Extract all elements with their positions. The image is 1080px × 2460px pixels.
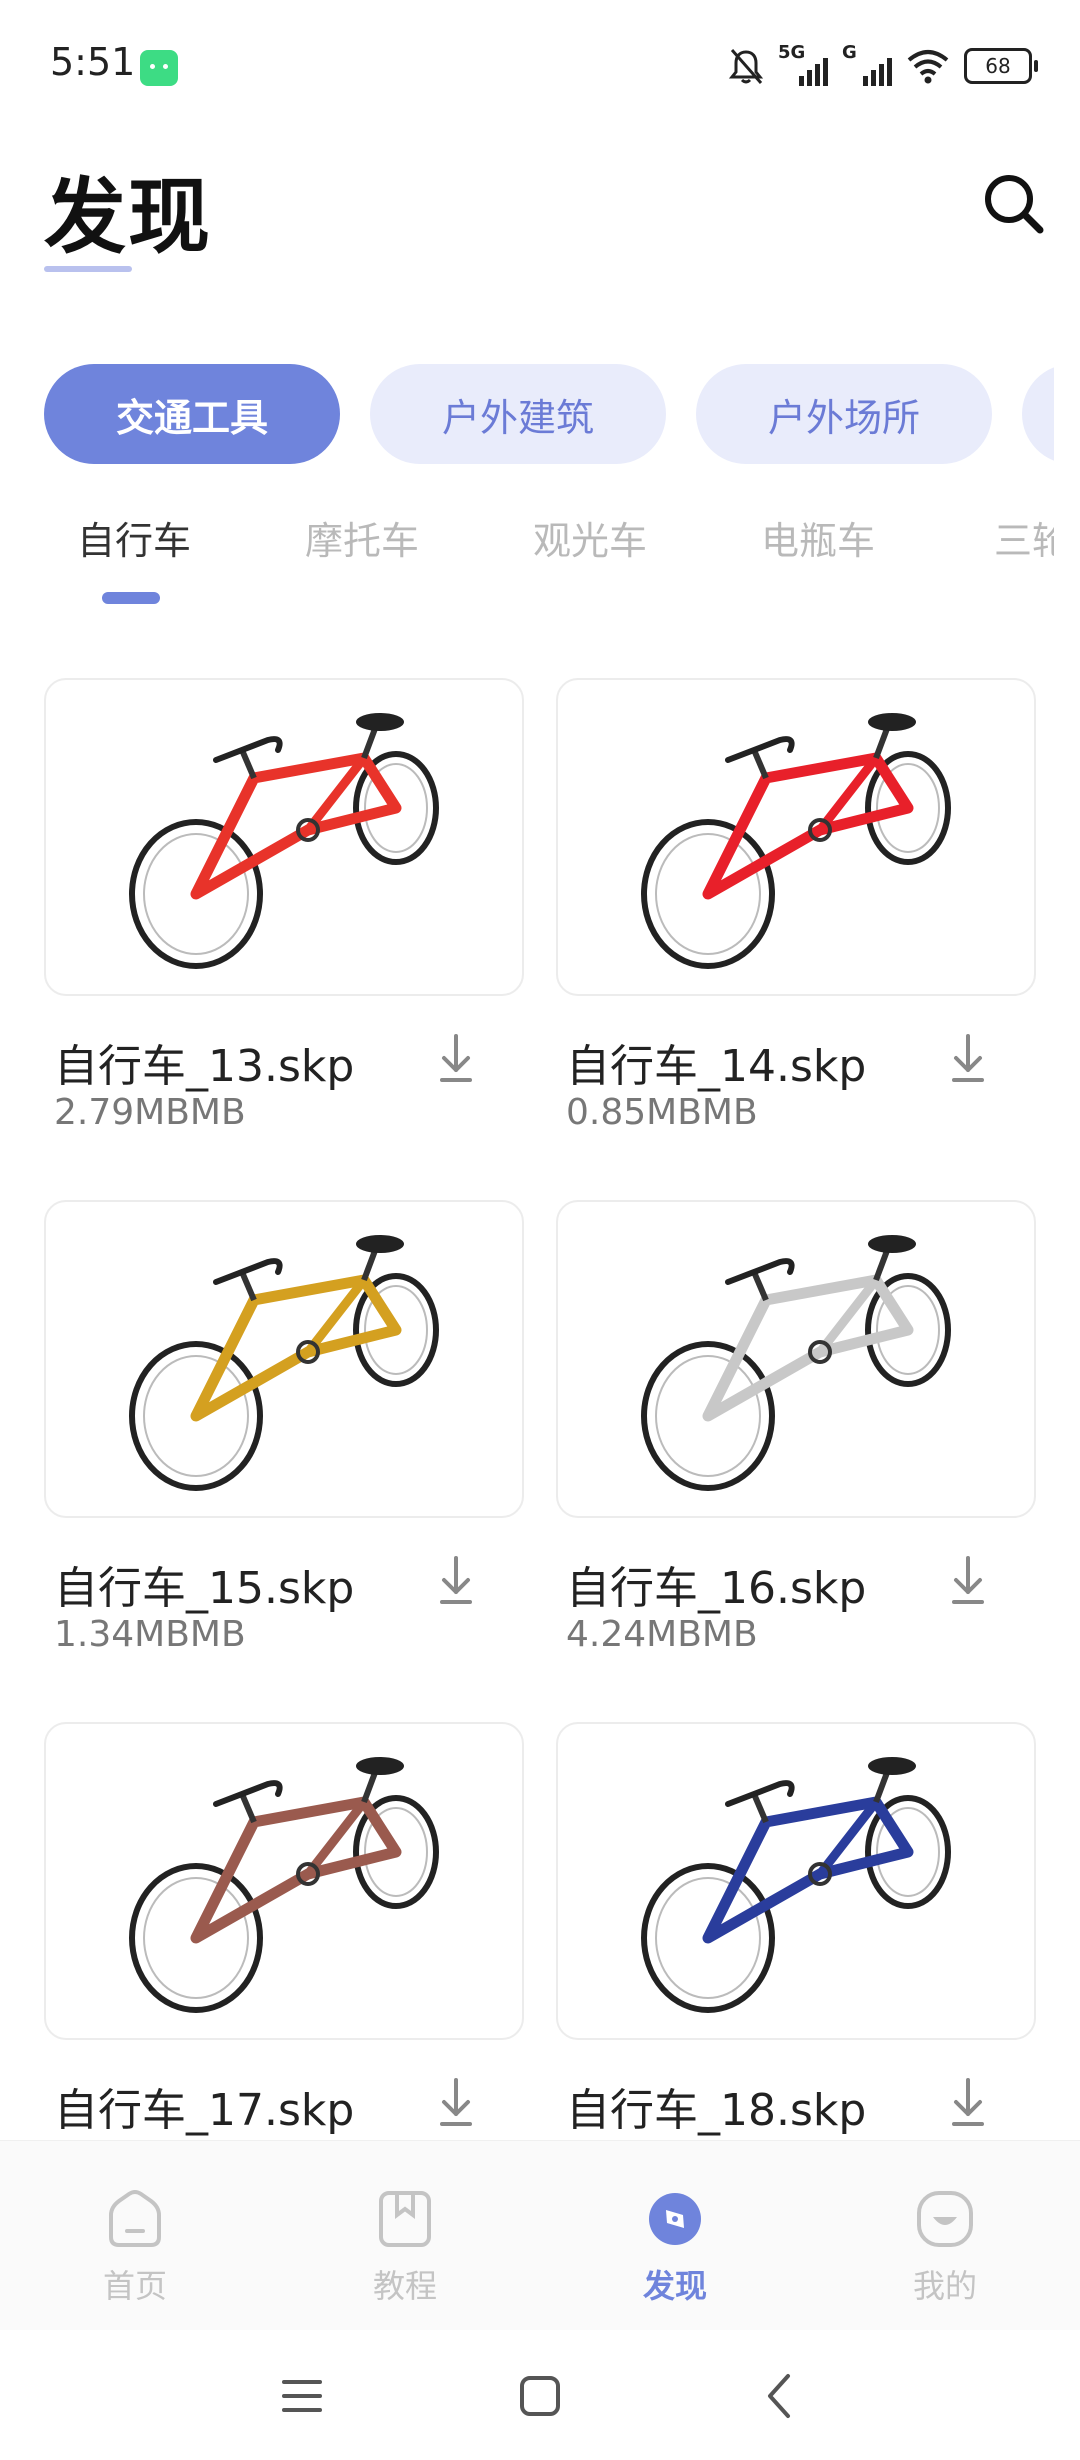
signal-icon-2: G [842, 42, 892, 86]
model-card[interactable]: 自行车_14.skp 0.85MBMB [556, 678, 1036, 1148]
download-icon[interactable] [948, 2074, 988, 2130]
subtab-indicator [102, 592, 160, 604]
model-card[interactable]: 自行车_15.skp 1.34MBMB [44, 1200, 524, 1670]
page-title: 发现 [44, 170, 213, 265]
status-bar: 5:51 5G G 68 [0, 0, 1080, 140]
nav-discover[interactable]: 发现 [540, 2141, 810, 2331]
title-underline [44, 266, 132, 272]
model-thumbnail[interactable] [556, 678, 1036, 996]
category-chip-label: 户外场所 [767, 395, 920, 440]
download-icon[interactable] [948, 1552, 988, 1608]
model-file-size: 2.79MBMB [54, 1092, 246, 1133]
bicycle-model-image [641, 713, 951, 969]
home-square-icon[interactable] [510, 2366, 570, 2426]
bicycle-model-image [641, 1757, 951, 2013]
model-file-name: 自行车_14.skp [566, 1041, 867, 1092]
bottom-nav: 首页 教程 发现 我的 [0, 2140, 1080, 2331]
model-card[interactable]: 自行车_13.skp 2.79MBMB [44, 678, 524, 1148]
category-chip-transport[interactable]: 交通工具 [44, 364, 340, 464]
model-file-name: 自行车_17.skp [54, 2085, 355, 2136]
tutorial-icon [379, 2191, 431, 2247]
subtab-motorcycle[interactable]: 摩托车 [262, 510, 462, 565]
wifi-icon [907, 50, 949, 84]
menu-icon[interactable] [272, 2366, 332, 2426]
battery-icon: 68 [964, 48, 1038, 84]
bicycle-model-image [129, 713, 439, 969]
android-notification-icon [140, 50, 178, 86]
download-icon[interactable] [436, 1030, 476, 1086]
category-chip-more[interactable] [1022, 364, 1054, 464]
status-icons: 5G G 68 [728, 42, 1038, 88]
nav-home-label: 首页 [102, 2267, 167, 2305]
status-time: 5:51 [50, 40, 136, 84]
download-icon[interactable] [436, 1552, 476, 1608]
model-thumbnail[interactable] [44, 1200, 524, 1518]
model-thumbnail[interactable] [556, 1722, 1036, 2040]
subtabs: 自行车 摩托车 观光车 电瓶车 三轮 [44, 510, 1054, 600]
compass-icon [649, 2193, 701, 2245]
model-card[interactable]: 自行车_17.skp [44, 1722, 524, 2142]
category-chip-label: 户外建筑 [441, 395, 594, 440]
model-file-name: 自行车_13.skp [54, 1041, 355, 1092]
category-chips: 交通工具 户外建筑 户外场所 [44, 364, 1054, 464]
model-file-size: 0.85MBMB [566, 1092, 758, 1133]
back-icon[interactable] [750, 2366, 810, 2426]
category-chip-outdoor-venue[interactable]: 户外场所 [696, 364, 992, 464]
model-thumbnail[interactable] [44, 1722, 524, 2040]
model-file-name: 自行车_16.skp [566, 1563, 867, 1614]
model-file-size: 1.34MBMB [54, 1614, 246, 1655]
model-file-size: 4.24MBMB [566, 1614, 758, 1655]
nav-tutorial-label: 教程 [372, 2267, 437, 2305]
bicycle-model-image [129, 1235, 439, 1491]
subtab-bicycle[interactable]: 自行车 [44, 510, 234, 565]
model-file-name: 自行车_18.skp [566, 2085, 867, 2136]
nav-tutorial[interactable]: 教程 [270, 2141, 540, 2331]
subtab-tricycle[interactable]: 三轮 [932, 510, 1054, 565]
search-icon[interactable] [978, 168, 1048, 238]
nav-profile-label: 我的 [912, 2267, 977, 2305]
signal-icon: 5G [778, 42, 828, 86]
nav-home[interactable]: 首页 [0, 2141, 270, 2331]
subtab-sightseeing-car[interactable]: 观光车 [490, 510, 690, 565]
download-icon[interactable] [436, 2074, 476, 2130]
sim2-label: G [842, 42, 857, 63]
nav-discover-label: 发现 [642, 2267, 707, 2305]
nav-profile[interactable]: 我的 [810, 2141, 1080, 2331]
system-nav-bar [0, 2330, 1080, 2460]
model-card[interactable]: 自行车_16.skp 4.24MBMB [556, 1200, 1036, 1670]
subtab-e-bike[interactable]: 电瓶车 [718, 510, 918, 565]
profile-icon [917, 2191, 973, 2247]
download-icon[interactable] [948, 1030, 988, 1086]
model-thumbnail[interactable] [44, 678, 524, 996]
mute-icon [728, 49, 764, 84]
model-file-name: 自行车_15.skp [54, 1563, 355, 1614]
home-icon [109, 2190, 161, 2247]
model-card[interactable]: 自行车_18.skp [556, 1722, 1036, 2142]
category-chip-label: 交通工具 [115, 395, 268, 440]
category-chip-outdoor-building[interactable]: 户外建筑 [370, 364, 666, 464]
bicycle-model-image [641, 1235, 951, 1491]
bicycle-model-image [129, 1757, 439, 2013]
model-thumbnail[interactable] [556, 1200, 1036, 1518]
